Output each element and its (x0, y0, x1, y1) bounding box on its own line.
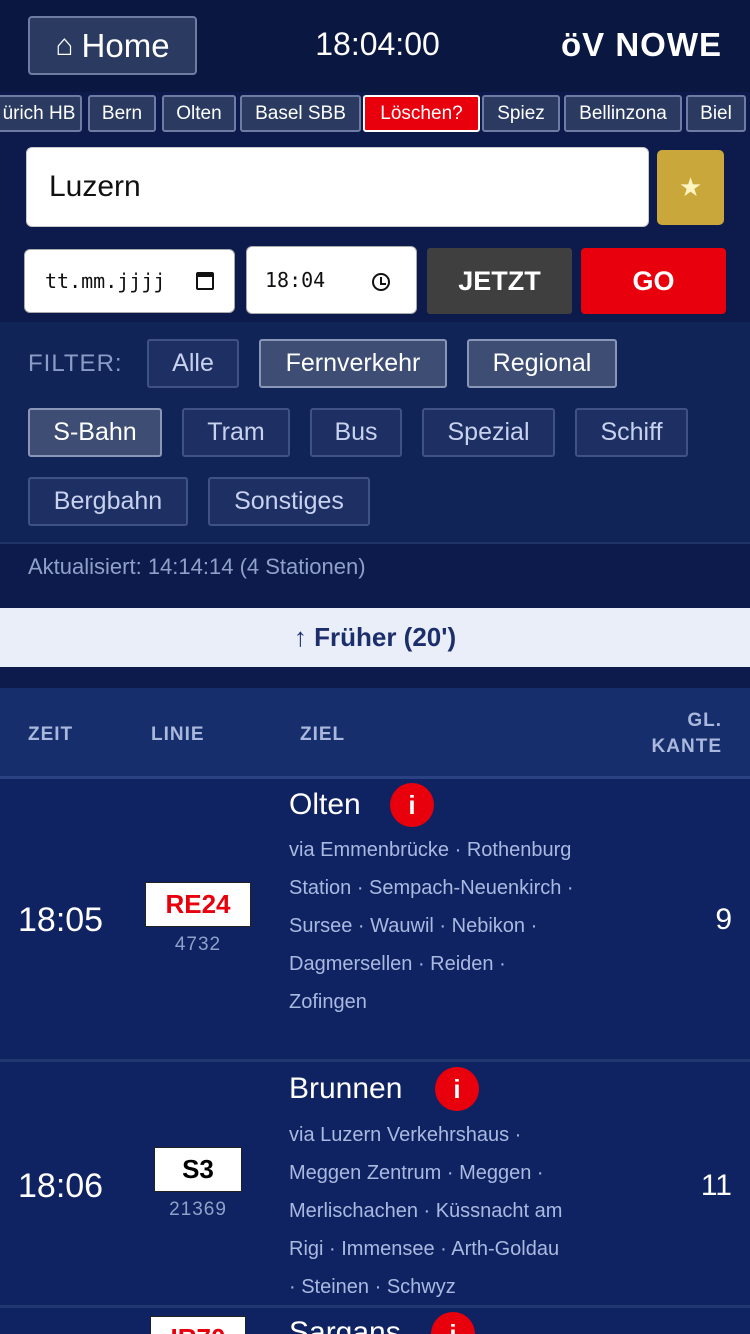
info-icon[interactable]: i (431, 1312, 475, 1334)
via-stations: via Emmenbrücke · Rothenburg Station · S… (289, 839, 574, 1013)
via-stations: via Luzern Verkehrshaus · Meggen Zentrum… (289, 1124, 563, 1298)
fav-station-basel-sbb[interactable]: Basel SBB (240, 95, 361, 132)
col-header-ziel: ZIEL (300, 724, 346, 745)
departure-row[interactable]: IR70 Sargans i (0, 1308, 750, 1334)
delete-favorite-button[interactable]: Löschen? (363, 95, 480, 132)
filter-bus[interactable]: Bus (310, 408, 402, 457)
track-number: 11 (700, 1169, 732, 1202)
info-icon[interactable]: i (390, 783, 434, 827)
now-button[interactable]: JETZT (427, 248, 572, 314)
train-number: 21369 (169, 1199, 227, 1220)
home-button[interactable]: ⌂ Home (28, 16, 197, 75)
fav-station-olten[interactable]: Olten (162, 95, 236, 132)
current-time: 18:04:00 (315, 26, 440, 62)
time-value: 18:04 (265, 268, 326, 292)
calendar-icon[interactable] (196, 272, 214, 290)
station-search-input[interactable]: Luzern (26, 147, 649, 227)
clock-icon[interactable] (372, 273, 390, 291)
fav-station-spiez[interactable]: Spiez (482, 95, 560, 132)
departure-row[interactable]: 18:05 RE24 4732 Olten i via Emmenbrücke … (0, 779, 750, 1062)
date-input[interactable]: tt.mm.jjjj (24, 249, 235, 313)
star-icon: ★ (678, 172, 703, 202)
col-header-gleis-line1: GL. (687, 710, 722, 731)
earlier-button[interactable]: ↑ Früher (20') (0, 608, 750, 667)
col-header-linie: LINIE (151, 724, 205, 745)
divider (0, 542, 750, 544)
departures-table-header: ZEIT LINIE ZIEL GL. KANTE (0, 688, 750, 776)
filter-regional[interactable]: Regional (467, 339, 617, 388)
info-icon[interactable]: i (435, 1067, 479, 1111)
filter-alle[interactable]: Alle (147, 339, 239, 388)
destination: Brunnen (289, 1072, 403, 1105)
departure-time: 18:05 (18, 901, 104, 939)
filter-schiff[interactable]: Schiff (575, 408, 688, 457)
track-number: 9 (715, 903, 732, 936)
home-icon: ⌂ (55, 28, 74, 62)
filter-tram[interactable]: Tram (182, 408, 290, 457)
line-badge: IR70 (150, 1316, 246, 1334)
go-button[interactable]: GO (581, 248, 726, 314)
update-status: Aktualisiert: 14:14:14 (4 Stationen) (28, 554, 366, 579)
departure-row[interactable]: 18:06 S3 21369 Brunnen i via Luzern Verk… (0, 1062, 750, 1308)
filter-s-bahn[interactable]: S-Bahn (28, 408, 162, 457)
filter-sonstiges[interactable]: Sonstiges (208, 477, 370, 526)
favorite-stations-bar: ürich HB Bern Olten Basel SBB Löschen? S… (0, 94, 750, 134)
col-header-gleis-line2: KANTE (651, 736, 722, 757)
date-placeholder: tt.mm.jjjj (45, 269, 166, 293)
col-header-gleis: GL. KANTE (652, 710, 722, 758)
fav-station-biel[interactable]: Biel (686, 95, 746, 132)
time-input[interactable]: 18:04 (246, 246, 417, 314)
station-search-value: Luzern (49, 170, 141, 203)
line-badge: S3 (154, 1147, 242, 1192)
filter-spezial[interactable]: Spezial (422, 408, 555, 457)
destination: Olten (289, 788, 361, 821)
fav-station-zurich-hb[interactable]: ürich HB (0, 95, 82, 132)
filter-fernverkehr[interactable]: Fernverkehr (259, 339, 447, 388)
fav-station-bellinzona[interactable]: Bellinzona (564, 95, 682, 132)
filter-bergbahn[interactable]: Bergbahn (28, 477, 188, 526)
favorite-star-button[interactable]: ★ (657, 150, 724, 225)
brand-logo: öV NOWE (561, 26, 722, 63)
line-badge: RE24 (145, 882, 251, 927)
home-label: Home (81, 26, 170, 64)
fav-station-bern[interactable]: Bern (88, 95, 156, 132)
col-header-zeit: ZEIT (28, 724, 74, 745)
departure-time: 18:06 (18, 1167, 104, 1205)
filter-label: FILTER: (28, 350, 123, 377)
destination: Sargans (289, 1316, 401, 1334)
train-number: 4732 (174, 934, 222, 955)
